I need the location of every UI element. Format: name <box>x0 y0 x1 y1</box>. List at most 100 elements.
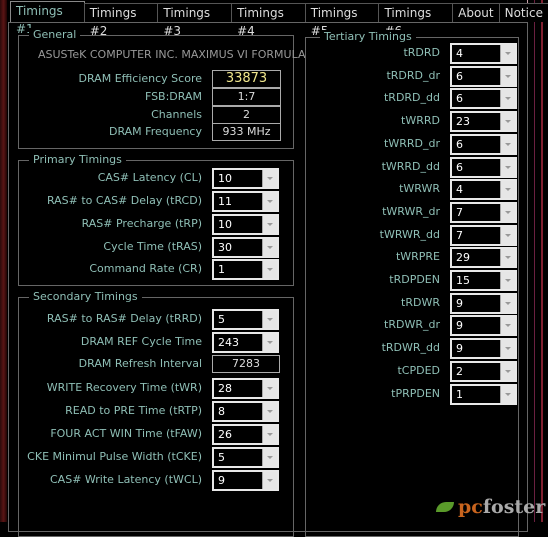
primary-timing-select[interactable]: 1 <box>212 259 279 280</box>
combo-value: 2 <box>456 364 463 378</box>
field-label: CAS# Latency (CL) <box>97 171 202 184</box>
field-label: tRDRD_dd <box>383 91 440 105</box>
tertiary-timing-select[interactable]: 2 <box>450 360 517 382</box>
tertiary-timing-select[interactable]: 6 <box>450 156 517 178</box>
tertiary-timing-select[interactable]: 29 <box>450 247 517 269</box>
chevron-down-icon[interactable] <box>500 249 515 267</box>
chevron-down-icon[interactable] <box>500 90 515 108</box>
chevron-down-icon[interactable] <box>500 113 515 131</box>
tab-timings-1[interactable]: Timings #1 <box>10 1 85 36</box>
combo-value: 11 <box>218 195 232 208</box>
chevron-down-icon[interactable] <box>500 181 515 199</box>
pcfoster-watermark: pc foster <box>436 496 545 518</box>
tertiary-timing-select[interactable]: 7 <box>450 224 517 246</box>
chevron-down-icon[interactable] <box>262 216 277 233</box>
chevron-down-icon[interactable] <box>500 340 515 358</box>
chevron-down-icon[interactable] <box>262 380 277 397</box>
field-label: FOUR ACT WIN Time (tFAW) <box>50 427 202 440</box>
field-label: tRDWR_dd <box>381 341 440 355</box>
field-label: RAS# to RAS# Delay (tRRD) <box>46 312 202 325</box>
general-value: 2 <box>212 106 281 124</box>
tertiary-timing-select[interactable]: 6 <box>450 88 517 110</box>
secondary-timing-select[interactable]: 5 <box>212 309 279 330</box>
combo-value: 1 <box>456 387 463 401</box>
combo-value: 8 <box>218 405 225 418</box>
field-label: RAS# Precharge (tRP) <box>81 217 202 230</box>
chevron-down-icon[interactable] <box>262 334 277 351</box>
chevron-down-icon[interactable] <box>500 272 515 289</box>
chevron-down-icon[interactable] <box>262 170 277 187</box>
field-label: tWRWR <box>399 182 440 196</box>
primary-timing-select[interactable]: 11 <box>212 191 279 212</box>
secondary-timing-select[interactable]: 8 <box>212 401 279 422</box>
primary-timing-select[interactable]: 30 <box>212 237 279 258</box>
tertiary-timing-select[interactable]: 9 <box>450 338 517 360</box>
primary-timing-select[interactable]: 10 <box>212 168 279 189</box>
combo-value: 4 <box>456 47 463 60</box>
tab-timings-5[interactable]: Timings #5 <box>304 3 380 38</box>
general-value: 1:7 <box>212 88 281 106</box>
chevron-down-icon[interactable] <box>500 135 515 153</box>
chevron-down-icon[interactable] <box>500 158 515 176</box>
tertiary-timing-select[interactable]: 23 <box>450 111 517 133</box>
field-label: Cycle Time (tRAS) <box>103 240 202 253</box>
chevron-down-icon[interactable] <box>262 239 277 256</box>
field-label: tWRPRE <box>395 250 440 264</box>
chevron-down-icon[interactable] <box>500 203 515 221</box>
chevron-down-icon[interactable] <box>500 362 515 380</box>
group-title: Secondary Timings <box>29 290 142 303</box>
tertiary-timing-select[interactable]: 4 <box>450 179 517 201</box>
logo-pc: pc <box>458 496 483 518</box>
chevron-down-icon[interactable] <box>262 472 277 489</box>
chevron-down-icon[interactable] <box>500 385 515 403</box>
chevron-down-icon[interactable] <box>500 67 515 85</box>
tab-timings-4[interactable]: Timings #4 <box>231 3 306 38</box>
tab-timings-6[interactable]: Timings #6 <box>378 3 454 38</box>
field-label: CKE Minimul Pulse Width (tCKE) <box>27 450 202 463</box>
chevron-down-icon[interactable] <box>500 45 515 62</box>
chevron-down-icon[interactable] <box>262 261 277 278</box>
tab-timings-3[interactable]: Timings #3 <box>157 3 233 38</box>
combo-value: 243 <box>218 336 239 349</box>
combo-value: 10 <box>218 218 232 231</box>
chevron-down-icon[interactable] <box>500 294 515 312</box>
tertiary-timing-select[interactable]: 1 <box>450 383 517 405</box>
chevron-down-icon[interactable] <box>500 226 515 244</box>
chevron-down-icon[interactable] <box>262 193 277 210</box>
chevron-down-icon[interactable] <box>262 426 277 443</box>
combo-value: 9 <box>456 296 463 310</box>
group-title: General <box>29 28 81 41</box>
combo-value: 1 <box>218 263 225 276</box>
chevron-down-icon[interactable] <box>262 449 277 466</box>
secondary-timing-select[interactable]: 28 <box>212 378 279 399</box>
combo-value: 29 <box>456 251 470 265</box>
secondary-timing-select[interactable]: 26 <box>212 424 279 445</box>
tab-bar: Timings #1 Timings #2 Timings #3 Timings #4… <box>10 1 548 38</box>
secondary-timing-select[interactable]: 9 <box>212 470 279 491</box>
combo-value: 5 <box>218 313 225 326</box>
field-label: tRDRD_dr <box>386 68 440 82</box>
window-edge <box>534 0 535 522</box>
chevron-down-icon[interactable] <box>262 403 277 420</box>
general-value: 933 MHz <box>212 123 281 141</box>
combo-value: 28 <box>218 382 232 395</box>
tertiary-timing-select[interactable]: 6 <box>450 133 517 155</box>
combo-value: 23 <box>456 115 470 129</box>
chevron-down-icon[interactable] <box>262 311 277 328</box>
tertiary-timing-select[interactable]: 6 <box>450 65 517 87</box>
field-label: CAS# Write Latency (tWCL) <box>50 473 202 486</box>
tertiary-timing-select[interactable]: 4 <box>450 43 517 64</box>
tertiary-timing-select[interactable]: 9 <box>450 292 517 314</box>
combo-value: 6 <box>456 160 463 174</box>
tab-timings-2[interactable]: Timings #2 <box>83 3 159 38</box>
primary-timing-select[interactable]: 10 <box>212 214 279 235</box>
tertiary-timing-select[interactable]: 9 <box>450 315 517 337</box>
tertiary-timing-select[interactable]: 15 <box>450 270 517 291</box>
combo-value: 7 <box>456 205 463 219</box>
tab-about[interactable]: About <box>452 3 500 22</box>
chevron-down-icon[interactable] <box>500 317 515 335</box>
tab-notice[interactable]: Notice <box>498 3 548 22</box>
tertiary-timing-select[interactable]: 7 <box>450 201 517 223</box>
secondary-timing-select[interactable]: 243 <box>212 332 279 353</box>
secondary-timing-select[interactable]: 5 <box>212 447 279 468</box>
